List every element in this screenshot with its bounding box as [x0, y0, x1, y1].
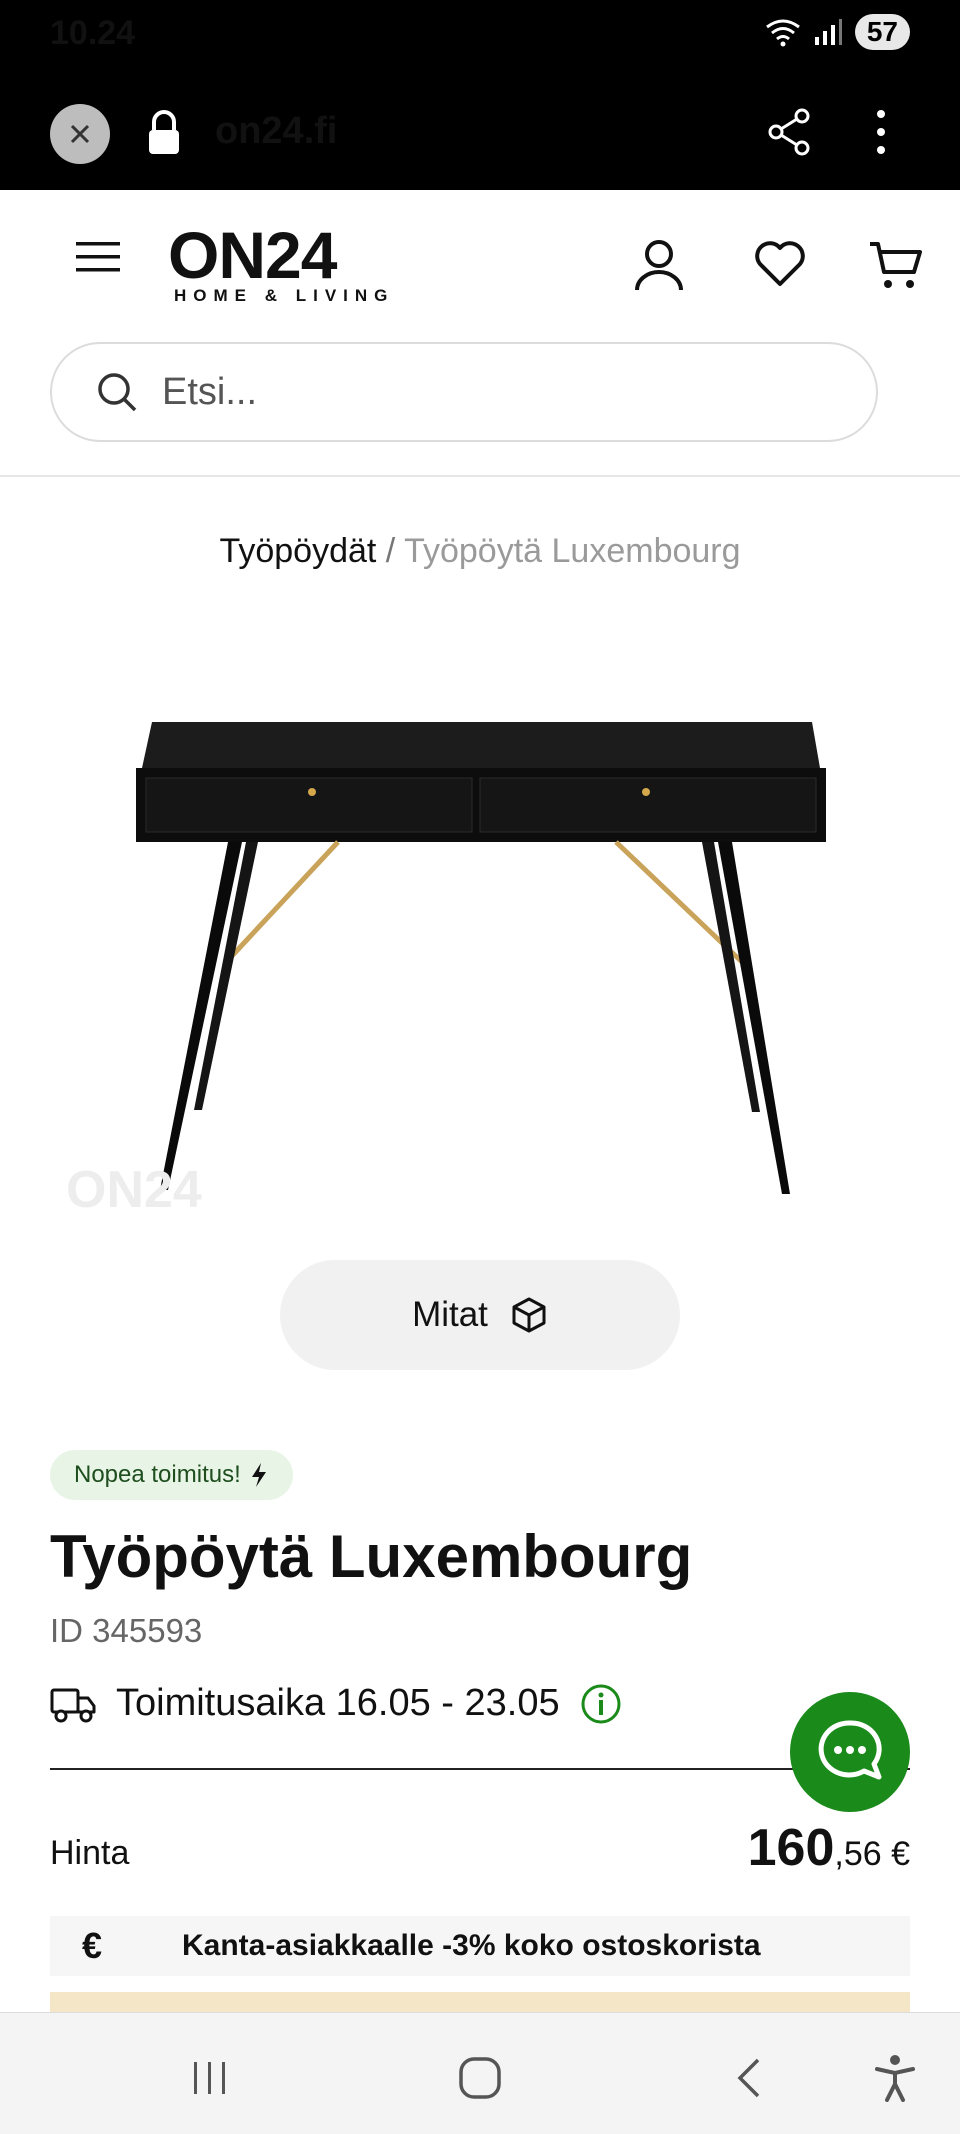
- info-icon[interactable]: [580, 1683, 622, 1725]
- status-icons: 57: [765, 14, 910, 50]
- chat-icon: [818, 1720, 882, 1780]
- browser-toolbar: [0, 68, 960, 190]
- dimensions-button-label: Mitat: [412, 1295, 488, 1334]
- price-main: 160: [747, 1819, 835, 1877]
- lock-icon[interactable]: [146, 108, 182, 158]
- section-divider: [50, 1768, 910, 1770]
- home-icon[interactable]: [458, 2056, 502, 2100]
- delivery-text: Toimitusaika 16.05 - 23.05: [116, 1682, 560, 1724]
- logo-sub-text: HOME & LIVING: [174, 286, 395, 305]
- dimensions-button[interactable]: Mitat: [280, 1260, 680, 1370]
- cube-icon: [512, 1297, 546, 1333]
- accessibility-icon[interactable]: [874, 2054, 916, 2102]
- cart-icon[interactable]: [868, 238, 922, 292]
- product-image[interactable]: [130, 700, 830, 1200]
- price-cents: ,56 €: [834, 1835, 910, 1873]
- share-icon[interactable]: [764, 106, 816, 158]
- loyalty-promo[interactable]: € Kanta-asiakkaalle -3% koko ostoskorist…: [50, 1916, 910, 1976]
- site-logo[interactable]: ON24 HOME & LIVING: [168, 222, 394, 306]
- close-tab-button[interactable]: [50, 104, 110, 164]
- badge-label: Nopea toimitus!: [74, 1461, 241, 1488]
- lightning-icon: [251, 1463, 266, 1487]
- user-icon[interactable]: [632, 238, 686, 292]
- logo-main-text: ON24: [168, 218, 337, 292]
- recent-apps-icon[interactable]: [190, 2058, 230, 2098]
- breadcrumb-current: Työpöytä Luxembourg: [404, 532, 741, 570]
- truck-icon: [50, 1688, 96, 1722]
- notice-banner: [50, 1992, 910, 2012]
- product-title: Työpöytä Luxembourg: [50, 1523, 693, 1590]
- url-text[interactable]: on24.fi: [215, 110, 337, 153]
- price-label: Hinta: [50, 1834, 130, 1872]
- header-divider: [0, 475, 960, 477]
- product-price: 160,56 €: [748, 1818, 910, 1878]
- chat-button[interactable]: [790, 1692, 910, 1812]
- breadcrumb-separator: /: [385, 532, 396, 570]
- euro-icon: €: [81, 1925, 103, 1966]
- delivery-time: Toimitusaika 16.05 - 23.05: [50, 1682, 622, 1725]
- close-icon: [70, 124, 90, 144]
- search-input[interactable]: [160, 369, 764, 415]
- wifi-icon: [765, 19, 800, 47]
- product-id: ID 345593: [50, 1612, 203, 1649]
- promo-text: Kanta-asiakkaalle -3% koko ostoskorista: [182, 1929, 761, 1962]
- battery-indicator: 57: [854, 14, 910, 50]
- fast-delivery-badge: Nopea toimitus!: [50, 1450, 293, 1500]
- back-icon[interactable]: [734, 2056, 764, 2100]
- breadcrumb: Työpöydät / Työpöytä Luxembourg: [0, 532, 960, 571]
- hamburger-icon[interactable]: [74, 240, 122, 274]
- search-icon: [98, 373, 137, 412]
- image-watermark: ON24: [66, 1161, 202, 1219]
- search-bar[interactable]: [50, 342, 878, 442]
- status-time: 10.24: [50, 14, 136, 52]
- heart-icon[interactable]: [754, 240, 806, 288]
- more-vertical-icon[interactable]: [866, 106, 896, 158]
- breadcrumb-parent-link[interactable]: Työpöydät: [219, 532, 376, 570]
- signal-icon: [814, 19, 842, 45]
